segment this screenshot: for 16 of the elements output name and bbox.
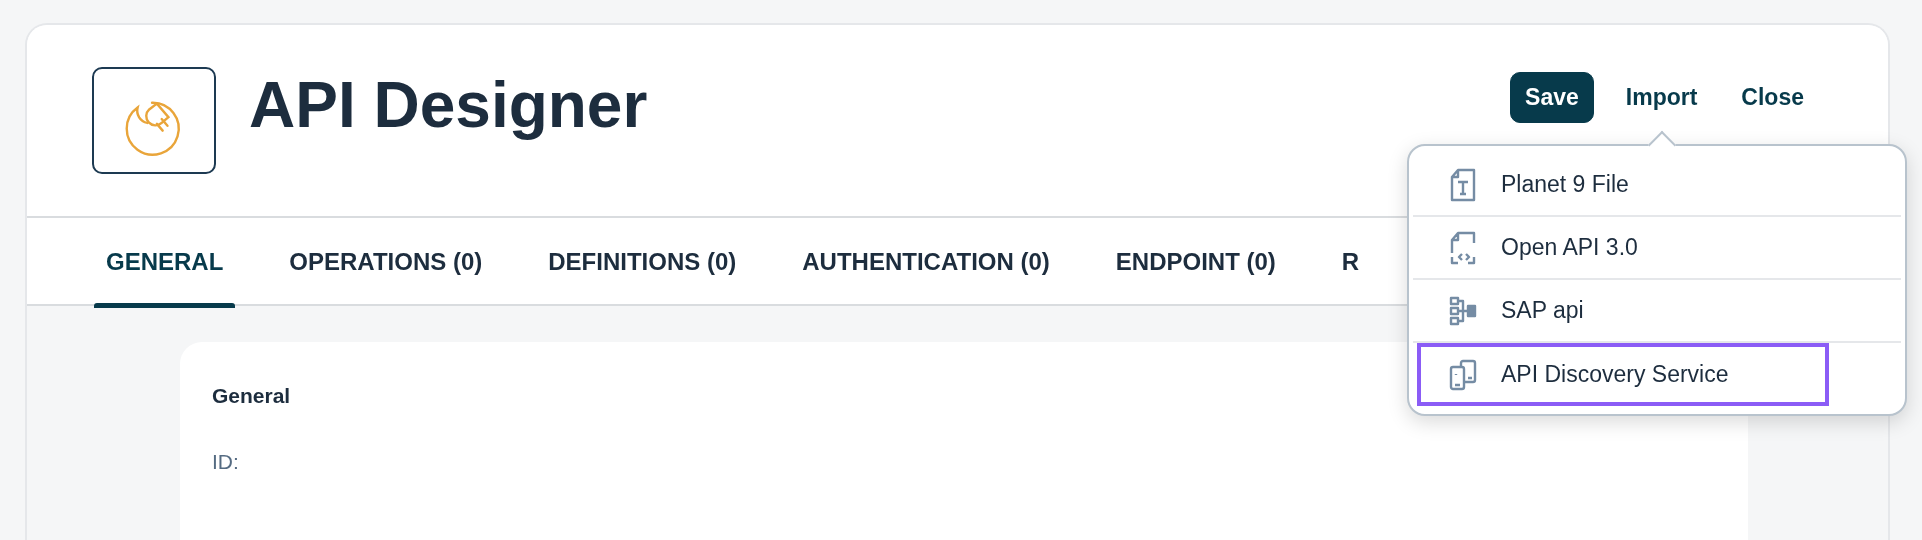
plug-logo-icon <box>92 67 216 174</box>
devices-icon <box>1449 357 1477 392</box>
tab[interactable]: AUTHENTICATION (0) <box>769 218 1083 306</box>
tab[interactable]: ENDPOINT (0) <box>1082 218 1309 306</box>
tab[interactable]: GENERAL <box>73 218 257 306</box>
field-label: ID: <box>212 448 240 475</box>
tab[interactable]: R <box>1308 218 1393 306</box>
file-text-icon <box>1449 167 1477 202</box>
save-button[interactable]: Save <box>1510 72 1594 123</box>
import-button[interactable]: Import <box>1613 73 1710 122</box>
file-code-icon <box>1449 230 1477 265</box>
tab[interactable]: DEFINITIONS (0) <box>515 218 770 306</box>
close-button[interactable]: Close <box>1729 73 1816 122</box>
tab[interactable]: OPERATIONS (0) <box>256 218 516 306</box>
menu-item[interactable]: API Discovery Service <box>1417 343 1829 406</box>
section-title: General <box>212 383 292 409</box>
